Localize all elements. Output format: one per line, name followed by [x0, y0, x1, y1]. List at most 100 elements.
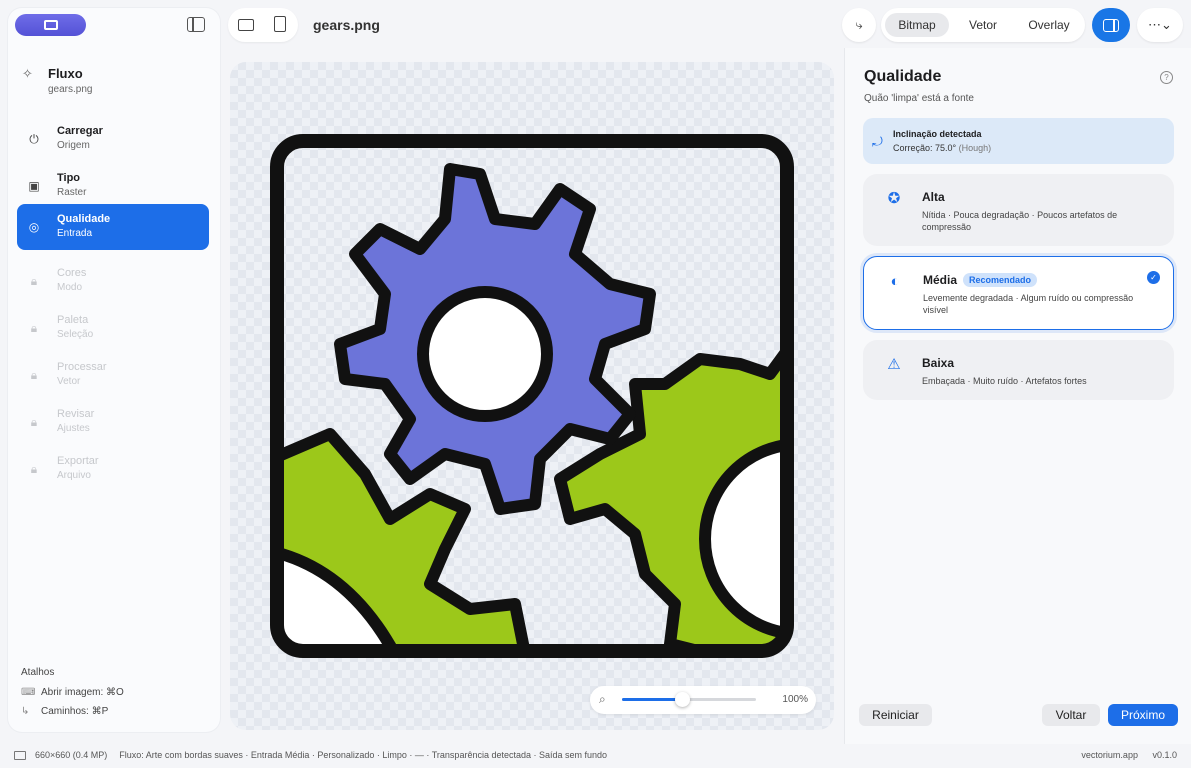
status-version: v0.1.0	[1152, 750, 1177, 760]
view-mode-bitmap[interactable]: Bitmap	[885, 13, 949, 37]
notice-correction: Correção: 75.0°	[893, 143, 957, 153]
keyboard-icon: ⌨	[21, 687, 36, 698]
zoom-slider-fill	[622, 698, 683, 701]
step-title: Tipo	[57, 172, 81, 184]
skew-notice: ⤾ Inclinação detectada Correção: 75.0° (…	[863, 118, 1174, 164]
option-title: Baixa	[922, 356, 955, 370]
step-title: Revisar	[57, 408, 95, 420]
step-subtitle: Raster	[57, 187, 87, 198]
panel-subtitle: Quão 'limpa' está a fonte	[864, 93, 974, 104]
option-desc: Nítida · Pouca degradação · Poucos artef…	[922, 210, 1118, 232]
status-bar: 660×660 (0.4 MP) Fluxo: Arte com bordas …	[0, 744, 1191, 768]
zoom-slider-knob[interactable]	[675, 692, 691, 707]
lock-icon: 🔒︎	[30, 274, 38, 288]
check-icon: ✓	[1147, 271, 1160, 284]
notice-title: Inclinação detectada	[893, 129, 982, 139]
help-icon[interactable]: ?	[1160, 71, 1173, 84]
view-mode-segmented: Bitmap Vetor Overlay	[881, 8, 1085, 42]
view-mode-vetor[interactable]: Vetor	[955, 13, 1011, 37]
lock-icon: 🔒︎	[30, 415, 38, 429]
screen-icon	[43, 20, 58, 30]
quality-option-alta[interactable]: ✪ Alta Nítida · Pouca degradação · Pouco…	[863, 174, 1174, 246]
shortcut-paths: ↳ Caminhos: ⌘P	[21, 706, 124, 717]
file-name: gears.png	[313, 17, 380, 33]
sidebar-right-icon	[1103, 18, 1119, 32]
step-subtitle: Entrada	[57, 228, 93, 239]
more-menu-button[interactable]: ⋯⌄	[1137, 8, 1183, 42]
step-subtitle: Seleção	[57, 329, 94, 340]
step-revisar: 🔒︎ Revisar Ajustes	[17, 399, 209, 445]
option-desc: Embaçada · Muito ruído · Artefatos forte…	[922, 376, 1087, 386]
step-title: Paleta	[57, 314, 89, 326]
magnifier-icon: ⌕	[599, 692, 606, 706]
status-flow: Fluxo: Arte com bordas suaves · Entrada …	[119, 750, 608, 760]
step-subtitle: Origem	[57, 140, 90, 151]
copy-icon[interactable]	[269, 16, 286, 36]
flow-subtitle: gears.png	[48, 84, 93, 95]
upload-icon: ⏻	[29, 132, 39, 146]
step-exportar: 🔒︎ Exportar Arquivo	[17, 446, 209, 492]
step-paleta: 🔒︎ Paleta Seleção	[17, 305, 209, 351]
zoom-slider[interactable]	[622, 692, 756, 707]
step-tipo[interactable]: ▣ Tipo Raster	[17, 163, 209, 209]
step-cores: 🔒︎ Cores Modo	[17, 258, 209, 304]
flow-title: Fluxo	[48, 66, 83, 81]
quality-option-media[interactable]: ◐ Média Recomendado Levemente degradada ·…	[863, 256, 1174, 330]
step-subtitle: Arquivo	[57, 470, 91, 481]
sidebar: ✧ Fluxo gears.png ⏻ Carregar Origem ▣ Ti…	[8, 8, 220, 732]
zoom-level: 100%	[782, 694, 808, 705]
shortcuts-title: Atalhos	[21, 667, 55, 678]
notice-method: (Hough)	[958, 143, 992, 153]
quality-option-baixa[interactable]: ⚠ Baixa Embaçada · Muito ruído · Artefat…	[863, 340, 1174, 400]
shortcuts: Atalhos ⌨ Abrir imagem: ⌘O ↳ Caminhos: ⌘P	[21, 667, 124, 725]
step-title: Exportar	[57, 455, 99, 467]
status-dimensions: 660×660 (0.4 MP)	[35, 750, 108, 760]
shortcut-label: Abrir imagem: ⌘O	[41, 687, 124, 698]
shortcut-label: Caminhos: ⌘P	[41, 706, 109, 717]
file-actions	[228, 8, 298, 42]
next-button[interactable]: Próximo	[1108, 704, 1178, 726]
view-mode-overlay[interactable]: Overlay	[1017, 13, 1081, 37]
notice-text: Correção: 75.0° (Hough)	[893, 143, 991, 153]
step-subtitle: Vetor	[57, 376, 81, 387]
sparkle-icon: ✧	[22, 66, 33, 81]
zoom-control: ⌕ 100%	[590, 686, 816, 714]
step-processar: 🔒︎ Processar Vetor	[17, 352, 209, 398]
quality-icon: ◎	[28, 220, 40, 234]
image-icon: ▣	[28, 179, 40, 193]
warning-icon: ⚠	[887, 356, 901, 373]
rotate-icon: ⤾	[872, 134, 883, 149]
step-title: Processar	[57, 361, 107, 373]
lock-icon: 🔒︎	[30, 368, 38, 382]
gears-image	[270, 134, 794, 658]
step-subtitle: Modo	[57, 282, 83, 293]
lock-icon: 🔒︎	[30, 462, 38, 476]
step-title: Qualidade	[57, 213, 111, 225]
step-subtitle: Ajustes	[57, 423, 90, 434]
badge-check-icon: ✪	[887, 190, 901, 207]
step-title: Cores	[57, 267, 87, 279]
status-app: vectorium.app	[1081, 750, 1138, 760]
step-qualidade[interactable]: ◎ Qualidade Entrada	[17, 204, 209, 250]
path-icon: ↳	[21, 706, 30, 717]
panel-title: Qualidade	[864, 68, 942, 85]
step-carregar[interactable]: ⏻ Carregar Origem	[17, 116, 209, 162]
image-canvas[interactable]	[230, 62, 834, 730]
reset-button[interactable]: Reiniciar	[859, 704, 932, 726]
step-title: Carregar	[57, 125, 103, 137]
quality-panel: Qualidade Quão 'limpa' está a fonte ? ⤾ …	[844, 48, 1191, 744]
option-desc: Levemente degradada · Algum ruído ou com…	[923, 293, 1134, 315]
sidebar-toggle-icon[interactable]	[187, 17, 205, 32]
option-title: Média	[923, 273, 958, 287]
new-project-button[interactable]	[15, 14, 86, 36]
shortcut-open: ⌨ Abrir imagem: ⌘O	[21, 687, 124, 698]
image-icon	[14, 751, 26, 760]
recommended-badge: Recomendado	[963, 273, 1038, 287]
lock-icon: 🔒︎	[30, 321, 38, 335]
option-title: Alta	[922, 190, 945, 204]
folder-icon[interactable]	[238, 19, 254, 31]
half-circle-icon: ◐	[890, 273, 900, 290]
path-tool-icon[interactable]: ⤷	[842, 8, 876, 42]
panel-toggle-button[interactable]	[1092, 8, 1130, 42]
back-button[interactable]: Voltar	[1042, 704, 1100, 726]
